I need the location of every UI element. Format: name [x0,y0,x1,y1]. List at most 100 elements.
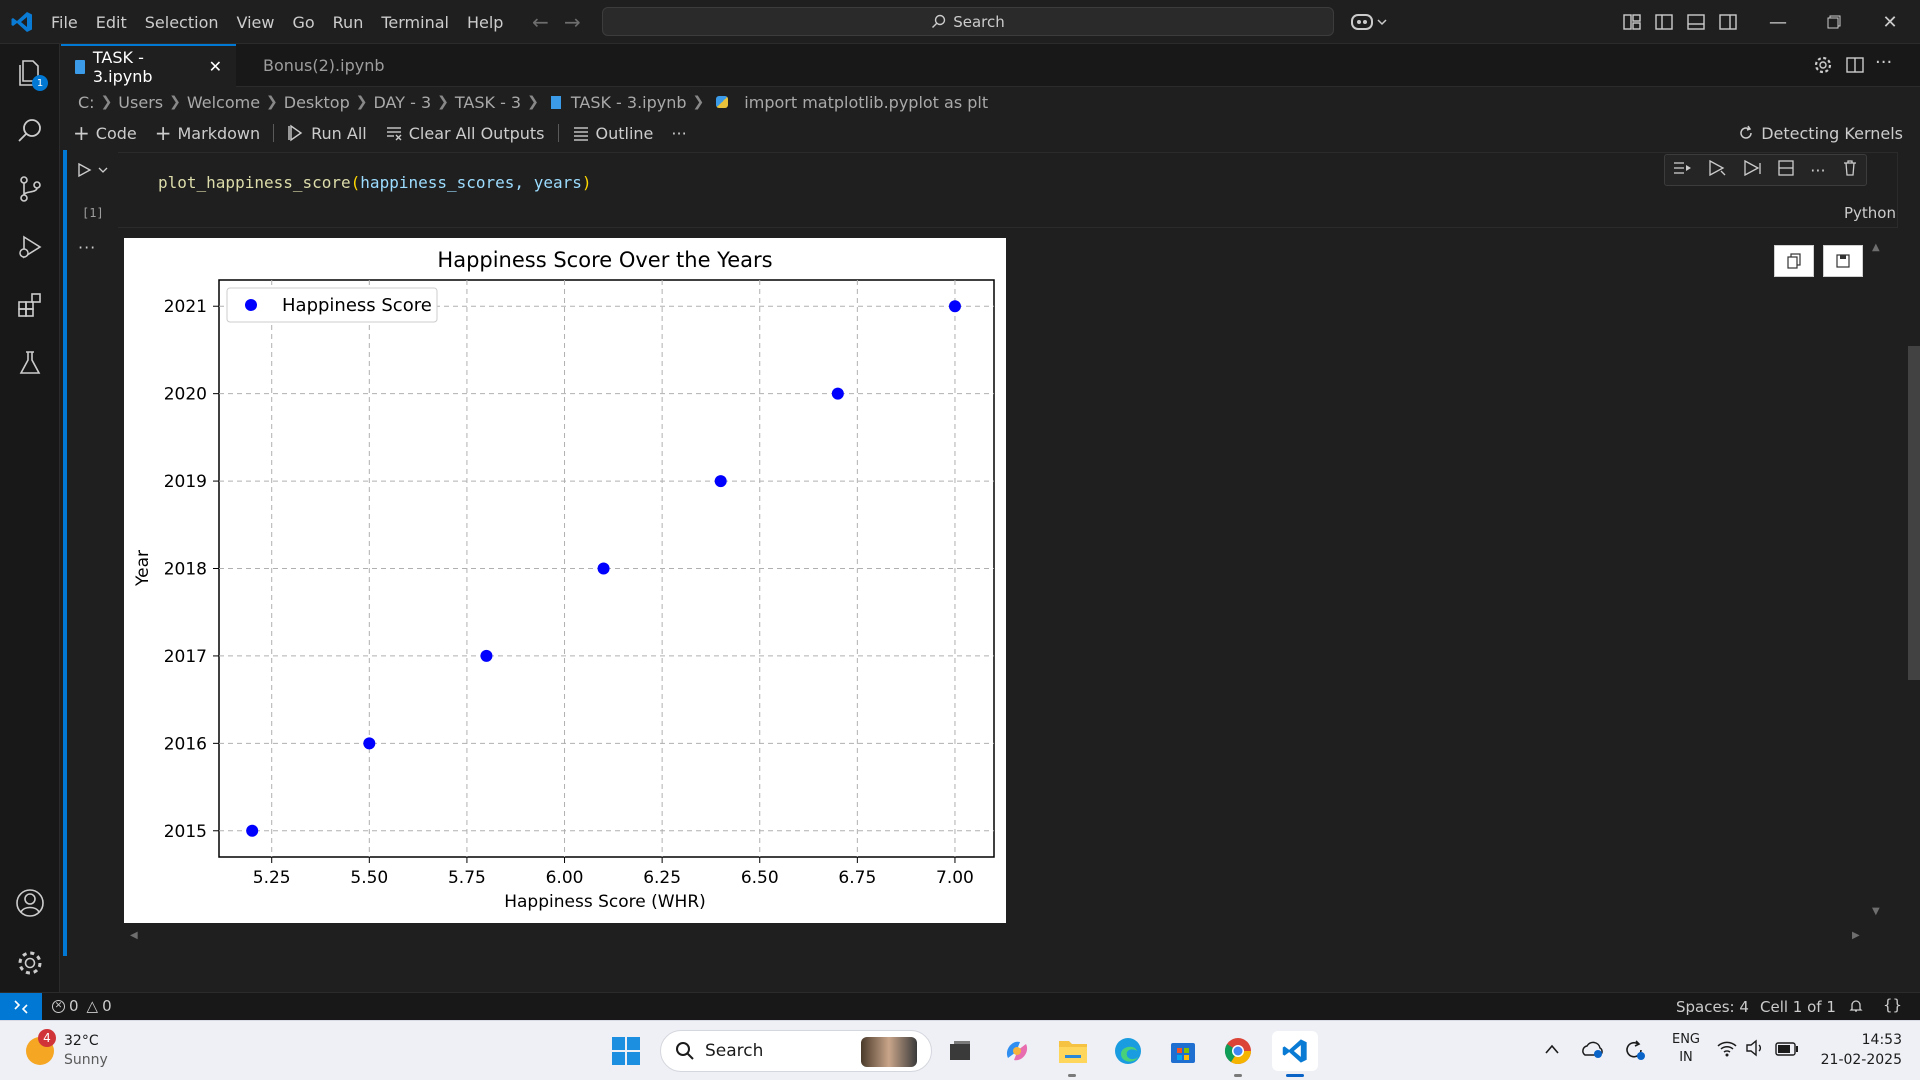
output-more-button[interactable]: ··· [78,238,96,257]
run-all-button[interactable]: Run All [278,124,376,143]
copilot-app-icon[interactable] [997,1031,1037,1071]
output-scroll-up-icon[interactable]: ▲ [1872,242,1880,253]
microsoft-store-icon[interactable] [1163,1031,1203,1071]
edge-browser-icon[interactable] [1108,1031,1148,1071]
tab-bonus-2[interactable]: Bonus(2).ipynb [241,44,413,87]
split-cell-icon[interactable] [1777,159,1795,181]
customize-layout-icon[interactable] [1622,12,1642,36]
output-scroll-down-icon[interactable]: ▼ [1872,906,1880,917]
breadcrumb-item[interactable]: C: [78,93,95,112]
editor-scrollbar[interactable] [1908,346,1920,680]
more-actions-icon[interactable]: ··· [1875,52,1892,73]
task-view-icon[interactable] [940,1031,980,1071]
delete-cell-icon[interactable] [1841,159,1859,181]
search-view-icon[interactable] [0,102,60,160]
execute-cell-and-below-icon[interactable] [1707,159,1727,181]
clear-all-outputs-button[interactable]: Clear All Outputs [376,124,554,143]
chevron-right-icon: ❯ [527,94,539,110]
add-markdown-cell-button[interactable]: + Markdown [146,121,269,145]
chrome-browser-icon[interactable] [1218,1031,1258,1077]
breadcrumb-item[interactable]: Welcome [187,93,260,112]
volume-icon[interactable] [1745,1039,1767,1061]
menu-bar: File Edit Selection View Go Run Terminal… [42,0,512,44]
tab-task-3[interactable]: TASK - 3.ipynb ✕ [61,44,236,87]
sync-icon[interactable] [1622,1038,1646,1066]
menu-file[interactable]: File [42,13,87,32]
scatter-chart: Happiness Score Over the Years 5.25 5.50 5… [133,248,995,912]
toggle-secondary-sidebar-icon[interactable] [1718,12,1738,36]
chevron-right-icon: ❯ [100,94,113,110]
kernel-picker[interactable]: Detecting Kernels [1728,124,1912,143]
weather-widget[interactable]: 4 32°C Sunny [24,1029,144,1073]
breadcrumb-item[interactable]: Users [118,93,163,112]
forward-arrow-icon[interactable]: → [564,10,581,34]
menu-view[interactable]: View [228,13,284,32]
close-tab-icon[interactable]: ✕ [209,57,222,76]
chevron-down-icon[interactable] [98,165,108,175]
execute-above-icon[interactable] [1672,159,1692,181]
editor-tabs: TASK - 3.ipynb ✕ Bonus(2).ipynb ··· [61,44,1920,87]
outline-button[interactable]: Outline [563,124,663,143]
menu-edit[interactable]: Edit [87,13,136,32]
toolbar-more-button[interactable]: ··· [662,124,695,143]
settings-gear-icon[interactable] [1813,55,1833,79]
notifications-bell-icon[interactable] [1848,998,1864,1018]
menu-selection[interactable]: Selection [136,13,228,32]
source-control-icon[interactable] [0,160,60,218]
back-arrow-icon[interactable]: ← [532,10,549,34]
remote-indicator[interactable] [0,993,42,1021]
show-hidden-icons-chevron-icon[interactable] [1544,1040,1560,1059]
wifi-icon[interactable] [1716,1039,1738,1061]
extensions-icon[interactable] [0,276,60,334]
command-center-search[interactable]: Search [602,7,1334,36]
toggle-panel-icon[interactable] [1686,12,1706,36]
cell-language[interactable]: Python [1844,204,1896,222]
split-editor-icon[interactable] [1845,55,1865,79]
language-indicator[interactable]: ENG IN [1666,1031,1706,1067]
minimize-icon[interactable]: — [1750,0,1806,44]
testing-icon[interactable] [0,334,60,392]
run-all-icon [288,124,303,142]
restore-icon[interactable] [1806,0,1862,44]
explorer-icon[interactable]: 1 [0,44,60,102]
add-code-cell-button[interactable]: + Code [61,121,146,145]
execute-below-icon[interactable] [1742,159,1762,181]
indentation-indicator[interactable]: Spaces: 4 [1676,998,1749,1016]
vscode-taskbar-icon[interactable] [1272,1031,1318,1077]
breadcrumb-item[interactable]: DAY - 3 [373,93,431,112]
breadcrumb-item[interactable]: TASK - 3 [455,93,521,112]
onedrive-icon[interactable] [1580,1039,1604,1063]
menu-terminal[interactable]: Terminal [372,13,458,32]
cell-position-indicator[interactable]: Cell 1 of 1 [1760,998,1836,1016]
warning-icon: △ [86,997,99,1015]
save-output-button[interactable] [1823,245,1863,277]
breadcrumb-item[interactable]: Desktop [284,93,350,112]
breadcrumb-item[interactable]: import matplotlib.pyplot as plt [744,93,988,112]
code-arguments: happiness_scores, years [360,173,582,192]
output-scroll-left-icon[interactable]: ◀ [130,930,138,941]
x-tick-label: 6.75 [838,868,876,888]
battery-icon[interactable] [1775,1041,1799,1060]
accounts-icon[interactable] [0,874,60,932]
menu-go[interactable]: Go [283,13,323,32]
clock[interactable]: 14:53 21-02-2025 [1812,1030,1902,1070]
manage-gear-icon[interactable] [0,934,60,992]
run-and-debug-icon[interactable] [0,218,60,276]
more-cell-actions-icon[interactable]: ··· [1810,161,1825,180]
output-scroll-right-icon[interactable]: ▶ [1852,930,1860,941]
execution-count: [1] [82,206,104,220]
copy-output-button[interactable] [1774,245,1814,277]
copilot-icon[interactable] [1350,10,1390,34]
start-windows-icon[interactable] [606,1031,646,1071]
taskbar-search[interactable]: Search [660,1030,932,1072]
run-cell-button[interactable] [76,160,114,180]
problems-indicator[interactable]: ✕ 0 △ 0 [52,997,112,1015]
menu-run[interactable]: Run [324,13,373,32]
breadcrumb-item[interactable]: TASK - 3.ipynb [571,93,687,112]
toggle-primary-sidebar-icon[interactable] [1654,12,1674,36]
braces-icon[interactable]: {} [1883,996,1902,1014]
close-window-icon[interactable]: ✕ [1862,0,1918,44]
menu-help[interactable]: Help [458,13,512,32]
data-point [714,475,727,488]
file-explorer-icon[interactable] [1053,1031,1093,1077]
